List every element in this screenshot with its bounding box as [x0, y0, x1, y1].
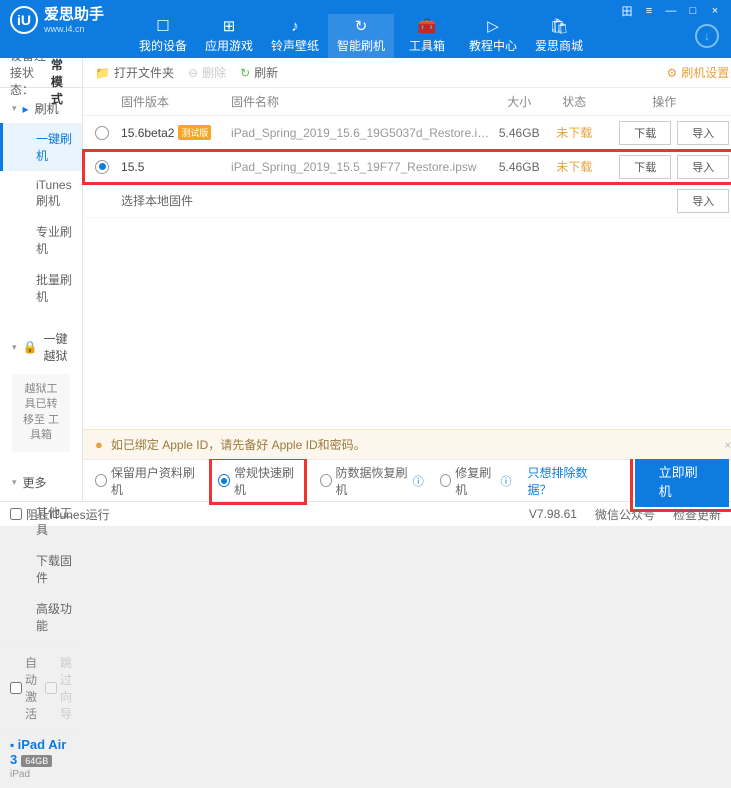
- info-icon[interactable]: ⓘ: [500, 473, 511, 489]
- nav-1[interactable]: ⊞应用游戏: [196, 14, 262, 58]
- sidebar-item[interactable]: 批量刷机: [0, 264, 82, 312]
- win-control-2[interactable]: —: [661, 3, 681, 19]
- sidebar-section-jailbreak[interactable]: ▾🔒一键越狱: [0, 324, 82, 370]
- win-control-1[interactable]: ≡: [639, 3, 659, 19]
- col-version: 固件版本: [121, 93, 231, 110]
- local-firmware-label: 选择本地固件: [121, 192, 193, 209]
- win-control-4[interactable]: ×: [705, 3, 725, 19]
- firmware-radio[interactable]: [95, 160, 109, 174]
- nav-2[interactable]: ♪铃声壁纸: [262, 14, 328, 58]
- nav-5[interactable]: ▷教程中心: [460, 14, 526, 58]
- device-info[interactable]: ▪ iPad Air 364GB iPad: [0, 728, 82, 788]
- download-button[interactable]: 下载: [619, 155, 671, 179]
- col-ops: 操作: [599, 93, 729, 110]
- col-status: 状态: [549, 93, 599, 110]
- nav-3[interactable]: ↻智能刷机: [328, 14, 394, 58]
- appleid-warning: ● 如已绑定 Apple ID，请先备好 Apple ID和密码。 ×: [83, 429, 731, 459]
- nav-0[interactable]: ☐我的设备: [130, 14, 196, 58]
- sidebar-item[interactable]: iTunes刷机: [0, 171, 82, 216]
- import-button[interactable]: 导入: [677, 155, 729, 179]
- open-folder-button[interactable]: 📁打开文件夹: [95, 64, 174, 81]
- jailbreak-moved-note: 越狱工具已转移至 工具箱: [12, 374, 70, 452]
- win-control-3[interactable]: □: [683, 3, 703, 19]
- skip-guide-checkbox[interactable]: 跳过向导: [45, 654, 72, 722]
- option-anti-recovery[interactable]: 防数据恢复刷机ⓘ: [320, 464, 424, 498]
- import-local-button[interactable]: 导入: [677, 189, 729, 213]
- firmware-radio[interactable]: [95, 126, 109, 140]
- flash-now-button[interactable]: 立即刷机: [635, 455, 730, 507]
- app-name: 爱思助手: [44, 6, 104, 24]
- block-itunes-checkbox[interactable]: 阻止iTunes运行: [10, 506, 110, 523]
- sidebar-section-flash[interactable]: ▾▸刷机: [0, 94, 82, 123]
- download-button[interactable]: 下载: [619, 121, 671, 145]
- app-url: www.i4.cn: [44, 24, 104, 35]
- wechat-link[interactable]: 微信公众号: [595, 506, 655, 523]
- col-name: 固件名称: [231, 93, 489, 110]
- close-warning-icon[interactable]: ×: [724, 438, 731, 452]
- info-icon[interactable]: ⓘ: [413, 473, 424, 489]
- version-label: V7.98.61: [529, 507, 577, 521]
- win-control-0[interactable]: 田: [617, 3, 637, 19]
- delete-button[interactable]: ⊖删除: [188, 64, 226, 81]
- firmware-row[interactable]: 15.5iPad_Spring_2019_15.5_19F77_Restore.…: [83, 150, 731, 184]
- option-keep-data[interactable]: 保留用户资料刷机: [95, 464, 196, 498]
- app-logo-icon: iU: [10, 6, 38, 34]
- connection-status: 设备连接状态：正常模式: [0, 58, 82, 88]
- firmware-row[interactable]: 15.6beta2测试版iPad_Spring_2019_15.6_19G503…: [83, 116, 731, 150]
- sidebar-item[interactable]: 一键刷机: [0, 123, 82, 171]
- nav-4[interactable]: 🧰工具箱: [394, 14, 460, 58]
- col-size: 大小: [489, 93, 549, 110]
- flash-settings-button[interactable]: ⚙刷机设置: [666, 64, 729, 81]
- sidebar-section-more[interactable]: ▾更多: [0, 468, 82, 497]
- option-normal-flash[interactable]: 常规快速刷机: [212, 460, 304, 502]
- import-button[interactable]: 导入: [677, 121, 729, 145]
- refresh-button[interactable]: ↻刷新: [240, 64, 278, 81]
- warning-icon: ●: [95, 437, 103, 452]
- option-repair[interactable]: 修复刷机ⓘ: [440, 464, 512, 498]
- sidebar-item[interactable]: 下载固件: [0, 545, 82, 593]
- download-manager-icon[interactable]: ↓: [695, 24, 719, 48]
- sidebar-item[interactable]: 高级功能: [0, 593, 82, 641]
- auto-activate-checkbox[interactable]: 自动激活: [10, 654, 37, 722]
- sidebar-item[interactable]: 专业刷机: [0, 216, 82, 264]
- exclude-data-link[interactable]: 只想排除数据？: [527, 464, 602, 498]
- nav-6[interactable]: 🛍爱思商城: [526, 14, 592, 58]
- check-update-link[interactable]: 检查更新: [673, 506, 721, 523]
